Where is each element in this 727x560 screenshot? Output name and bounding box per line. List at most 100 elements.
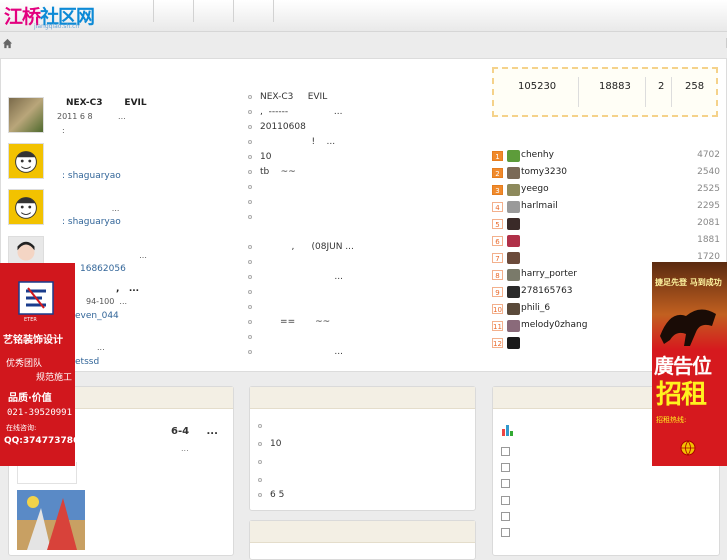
stat-value: 2 xyxy=(658,81,665,92)
ranking-row[interactable]: 6 1881 xyxy=(492,235,720,252)
user-avatar-icon xyxy=(507,218,520,230)
bullet-icon xyxy=(248,334,252,339)
list-item[interactable]: == ~~ xyxy=(248,317,478,332)
logo-domain: jiangqiao.sh.cn xyxy=(34,23,80,30)
box-header xyxy=(250,521,475,543)
ranking-row[interactable]: 5 2081 xyxy=(492,218,720,235)
poll-checkbox[interactable] xyxy=(501,528,510,537)
user-avatar-icon xyxy=(507,320,520,332)
user-avatar-icon xyxy=(507,286,520,298)
bullet-icon xyxy=(248,304,252,309)
ranking-row[interactable]: 4 harlmail 2295 xyxy=(492,201,720,218)
post-author[interactable]: etssd xyxy=(75,357,99,367)
list-item[interactable] xyxy=(258,475,270,485)
content-box-middle-2 xyxy=(249,520,476,560)
ad-text: 在线咨询: xyxy=(6,424,37,432)
user-avatar-icon xyxy=(507,184,520,196)
ad-hotline: 招租热线: xyxy=(656,416,687,424)
site-stats: 105230 18883 2 258 xyxy=(492,67,718,117)
ad-title: 艺铭装饰设计 xyxy=(3,335,63,346)
list-item[interactable] xyxy=(248,302,478,317)
user-avatar-icon xyxy=(507,235,520,247)
list-item[interactable] xyxy=(258,421,270,431)
stat-value: 258 xyxy=(685,81,705,92)
stat-value: 18883 xyxy=(599,81,631,92)
list-item[interactable] xyxy=(248,182,478,197)
list-item[interactable]: 20110608 xyxy=(248,122,478,137)
post-author[interactable]: 16862056 xyxy=(80,264,126,274)
list-item[interactable]: ... xyxy=(248,272,478,287)
list-item[interactable] xyxy=(248,212,478,227)
bullet-icon xyxy=(258,477,262,482)
user-avatar-icon xyxy=(507,201,520,213)
poll-checkbox[interactable] xyxy=(501,479,510,488)
user-avatar-icon xyxy=(507,150,520,162)
stat-divider xyxy=(645,77,646,107)
post-author[interactable]: even_044 xyxy=(75,311,119,321)
list-item[interactable]: tb ~~ xyxy=(248,167,478,182)
ranking-row[interactable]: 1 chenhy 4702 xyxy=(492,150,720,167)
user-avatar-icon xyxy=(507,167,520,179)
stat-divider xyxy=(578,77,579,107)
bullet-icon xyxy=(248,259,252,264)
post-meta: ... xyxy=(66,204,120,213)
post-author[interactable]: : shaguaryao xyxy=(62,217,121,227)
bullet-icon xyxy=(248,319,252,324)
bullet-icon xyxy=(248,289,252,294)
ranking-row[interactable]: 2 tomy3230 2540 xyxy=(492,167,720,184)
list-item[interactable]: 10 xyxy=(248,152,478,167)
list-item[interactable] xyxy=(248,332,478,347)
box-summary: ... xyxy=(181,444,189,453)
list-item[interactable]: ! ... xyxy=(248,137,478,152)
poll-checkbox[interactable] xyxy=(501,463,510,472)
post-meta: 94-100 ... xyxy=(86,297,128,306)
stat-divider xyxy=(671,77,672,107)
list-item[interactable]: ... xyxy=(248,347,478,362)
post-title[interactable]: , ... xyxy=(116,284,139,294)
bullet-icon xyxy=(248,139,252,144)
user-avatar-icon xyxy=(507,337,520,349)
site-logo[interactable]: 江桥社区网 jiangqiao.sh.cn xyxy=(2,2,114,30)
ad-text: 品质·价值 xyxy=(8,393,52,404)
bullet-icon xyxy=(258,441,262,446)
list-item[interactable]: , ------ ... xyxy=(248,107,478,122)
list-item[interactable]: 6 5 xyxy=(258,490,284,500)
horses-icon xyxy=(660,309,716,346)
post-title[interactable]: NEX-C3 EVIL xyxy=(66,98,147,108)
list-item[interactable] xyxy=(248,257,478,272)
list-item[interactable]: 10 xyxy=(258,439,281,449)
post-meta: ... xyxy=(97,343,105,352)
user-avatar-icon xyxy=(507,303,520,315)
list-item[interactable] xyxy=(248,287,478,302)
nav-divider xyxy=(153,0,154,22)
ad-brand: ETER xyxy=(24,317,37,323)
ad-logo-icon xyxy=(18,281,54,315)
thumbnail-image[interactable] xyxy=(17,490,85,550)
list-item[interactable]: NEX-C3 EVIL xyxy=(248,92,478,107)
nav-divider xyxy=(273,0,274,22)
list-item[interactable] xyxy=(248,197,478,212)
box-header xyxy=(250,387,475,409)
poll-chart-icon xyxy=(502,425,513,436)
box-headline[interactable]: 6-4 ... xyxy=(171,426,218,437)
ranking-row[interactable]: 3 yeego 2525 xyxy=(492,184,720,201)
poll-checkbox[interactable] xyxy=(501,447,510,456)
globe-icon xyxy=(680,440,696,456)
content-box-middle: 10 6 5 xyxy=(249,386,476,511)
bullet-icon xyxy=(248,94,252,99)
home-icon[interactable] xyxy=(2,38,13,49)
avatar xyxy=(8,143,44,179)
ad-banner-left[interactable]: ETER 艺铭装饰设计 优秀团队 规范施工 品质·价值 021-39520991… xyxy=(0,263,79,466)
bullet-icon xyxy=(248,214,252,219)
breadcrumb xyxy=(0,33,727,55)
poll-checkbox[interactable] xyxy=(501,496,510,505)
bullet-icon xyxy=(248,349,252,354)
user-avatar-icon xyxy=(507,252,520,264)
bullet-icon xyxy=(248,184,252,189)
ad-banner-right[interactable]: 捷足先登 马到成功 廣告位 招租 招租热线: xyxy=(652,262,727,466)
nav-divider xyxy=(233,0,234,22)
list-item[interactable] xyxy=(258,457,270,467)
post-author[interactable]: : shaguaryao xyxy=(62,171,121,181)
list-item[interactable]: , (08JUN ... xyxy=(248,242,478,257)
poll-checkbox[interactable] xyxy=(501,512,510,521)
